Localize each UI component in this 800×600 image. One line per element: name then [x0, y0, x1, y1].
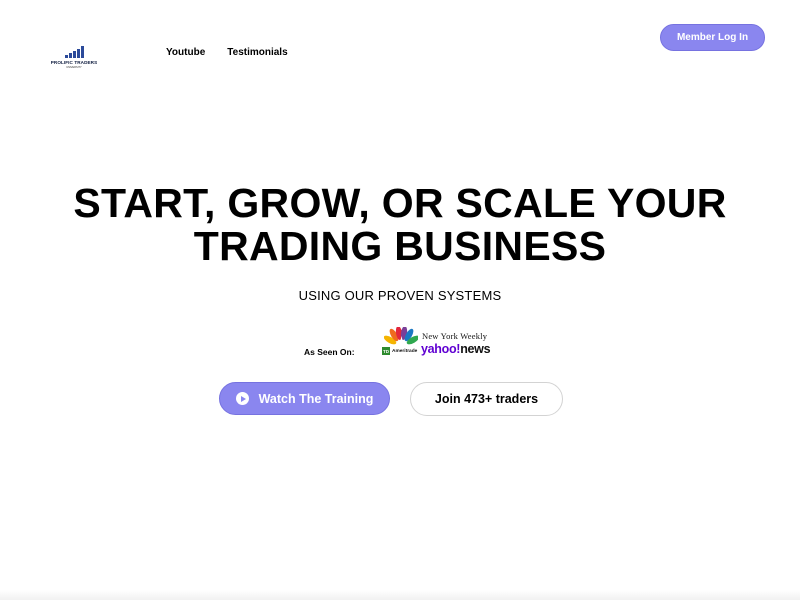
join-traders-button[interactable]: Join 473+ traders [410, 382, 563, 416]
member-login-button[interactable]: Member Log In [660, 24, 765, 51]
nav-youtube[interactable]: Youtube [166, 47, 205, 58]
new-york-weekly-logo: New York Weekly [422, 331, 488, 341]
yahoo-text: yahoo! [421, 342, 461, 356]
bar-chart-logo-icon [64, 44, 84, 58]
nav-testimonials[interactable]: Testimonials [227, 47, 287, 58]
watch-training-label: Watch The Training [258, 391, 374, 406]
watch-training-button[interactable]: Watch The Training [219, 382, 390, 415]
play-circle-icon [235, 392, 249, 405]
nbc-peacock-icon [384, 327, 418, 347]
prolific-traders-logo[interactable]: PROLIFIC TRADERS UNIVERSITY [50, 44, 98, 72]
bottom-divider [0, 590, 800, 600]
logo-name: PROLIFIC TRADERS [50, 60, 98, 65]
yahoo-news-logo: yahoo!news [421, 342, 491, 356]
ameritrade-text: Ameritrade [392, 348, 418, 354]
logo-subtitle: UNIVERSITY [66, 66, 82, 69]
news-text: news [460, 342, 491, 356]
headline-line-2: TRADING BUSINESS [193, 223, 607, 269]
press-logos: TD Ameritrade New York Weekly yahoo!news [380, 326, 498, 358]
td-box: TD [382, 347, 390, 355]
hero-headline: START, GROW, OR SCALE YOUR TRADING BUSIN… [0, 182, 800, 268]
headline-line-1: START, GROW, OR SCALE YOUR [73, 180, 727, 226]
td-ameritrade-logo: TD Ameritrade [382, 347, 417, 355]
main-nav: Youtube Testimonials [166, 47, 288, 58]
hero-subheadline: USING OUR PROVEN SYSTEMS [298, 288, 502, 303]
landing-page: PROLIFIC TRADERS UNIVERSITY Youtube Test… [0, 0, 800, 600]
as-seen-on-label: As Seen On: [304, 347, 355, 357]
